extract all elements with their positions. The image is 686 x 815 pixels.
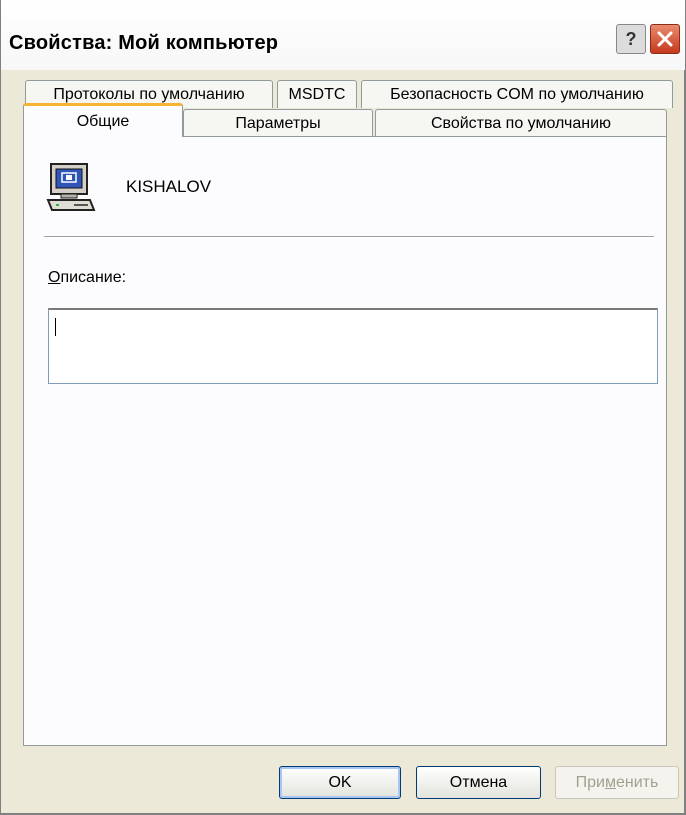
title-bar[interactable]: Свойства: Мой компьютер ? — [1, 0, 685, 70]
computer-name: KISHALOV — [126, 177, 212, 196]
tab-msdtc[interactable]: MSDTC — [277, 80, 357, 108]
tab-label: Безопасность COM по умолчанию — [390, 85, 644, 103]
properties-dialog: Свойства: Мой компьютер ? Протоколы по у… — [0, 0, 686, 815]
text-caret — [55, 318, 56, 336]
tab-default-com-security[interactable]: Безопасность COM по умолчанию — [361, 80, 673, 108]
ok-button[interactable]: OK — [279, 766, 401, 799]
help-icon: ? — [625, 28, 637, 49]
separator — [44, 236, 654, 238]
tab-label: Общие — [76, 112, 130, 130]
tab-options[interactable]: Параметры — [183, 109, 373, 137]
close-icon — [657, 31, 673, 47]
tab-label: MSDTC — [288, 85, 346, 103]
description-input[interactable] — [48, 308, 658, 384]
computer-icon — [46, 163, 96, 211]
tab-default-properties[interactable]: Свойства по умолчанию — [375, 109, 667, 137]
tab-label: Свойства по умолчанию — [430, 114, 612, 132]
tab-label: Параметры — [235, 114, 321, 132]
window-title: Свойства: Мой компьютер — [9, 32, 279, 54]
help-button[interactable]: ? — [616, 24, 646, 54]
apply-button: При м енить — [555, 766, 679, 799]
tab-label: Протоколы по умолчанию — [53, 85, 245, 103]
close-button[interactable] — [650, 24, 680, 54]
description-label: Описание: — [48, 269, 127, 286]
cancel-button[interactable]: Отмена — [416, 766, 541, 799]
tab-panel-general: KISHALOV Описание: — [23, 136, 667, 746]
tab-general[interactable]: Общие — [23, 103, 183, 137]
